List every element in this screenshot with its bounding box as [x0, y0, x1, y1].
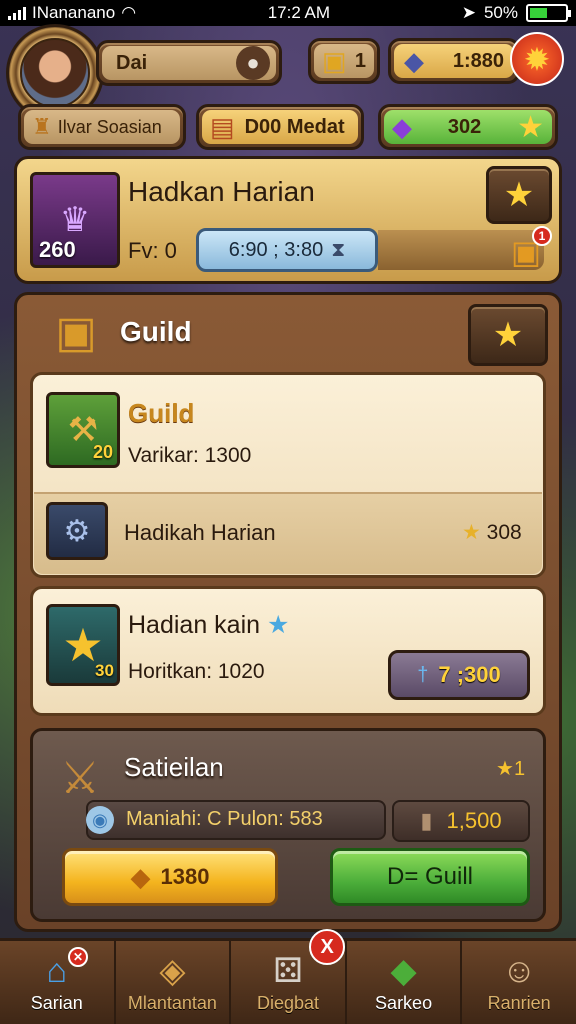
signal-icon: [8, 6, 26, 20]
bottom-nav: ⌂ Sarian ✕ ◈ Mlantantan ⚄ Diegbat X ◆ Sa…: [0, 929, 576, 1024]
timer-value: 6:90 ; 3:80: [228, 238, 324, 261]
mission-star-value: ★ 308: [462, 520, 522, 545]
ticket-icon: ◆: [390, 952, 417, 990]
profile-icon: ☺: [501, 952, 537, 990]
blue-star-icon: ★: [266, 611, 290, 639]
battle-info-text: Maniahi: C Pulon: 583: [126, 808, 323, 830]
nav-label-shield: Mlantantan: [127, 993, 217, 1013]
dice-icon: ⚄: [273, 952, 303, 990]
green-action-button[interactable]: D= Guill: [330, 848, 530, 906]
mission-card-title-text: Hadian kain: [128, 611, 261, 639]
nav-label-profile: Ranrien: [487, 993, 551, 1013]
nav-alert-badge: X: [309, 929, 346, 965]
nav-item-ticket[interactable]: ◆ Sarkeo: [347, 941, 463, 1024]
cog-medal-icon: ⚙: [46, 502, 108, 560]
hero-portrait-icon[interactable]: ♛ 260: [30, 172, 120, 268]
gem-counter[interactable]: ◆ 302 ★: [378, 104, 558, 150]
small-star-icon: ★: [496, 758, 514, 780]
location-icon: ➤: [461, 3, 476, 22]
player-name: Dai: [116, 51, 148, 74]
hourglass-icon: ⧗: [331, 238, 346, 261]
guild-card-title: Guild: [128, 398, 195, 428]
battery-percent: 50%: [483, 3, 518, 22]
player-subtitle-pill[interactable]: ♜ Ilvar Soasian: [18, 104, 186, 150]
mission-value: 308: [486, 521, 522, 544]
player-subtitle: Ilvar Soasian: [57, 116, 162, 137]
nav-label-home: Sarian: [30, 993, 83, 1013]
star-icon: ★: [517, 110, 544, 144]
nav-item-dice[interactable]: ⚄ Diegbat X: [231, 929, 347, 1024]
big-star-icon: ★ 30: [46, 604, 120, 686]
sword-icon: †: [417, 663, 429, 686]
mission-claim-value: 7 ;300: [438, 662, 501, 687]
event-medal-pill[interactable]: ▤ D00 Medat: [196, 104, 364, 150]
settings-gear-icon[interactable]: ✹: [510, 32, 564, 86]
home-icon: ⌂: [46, 952, 68, 990]
shield-icon: ◈: [159, 952, 186, 990]
event-label: D00 Medat: [244, 115, 345, 138]
nav-item-home[interactable]: ⌂ Sarian ✕: [0, 941, 116, 1024]
battery-icon: [526, 4, 571, 22]
guild-panel-title: Guild: [120, 316, 192, 347]
crest-icon: ♜: [32, 114, 52, 139]
timer-button[interactable]: 6:90 ; 3:80 ⧗: [196, 228, 378, 272]
nav-item-shield[interactable]: ◈ Mlantantan: [116, 941, 232, 1024]
nav-item-profile[interactable]: ☺ Ranrien: [462, 941, 576, 1024]
gold-action-button[interactable]: ◆ 1380: [62, 848, 278, 906]
gem-icon: ◆: [392, 111, 412, 142]
wifi-icon: ◠: [121, 3, 137, 22]
guild-star-button[interactable]: ★: [468, 304, 548, 366]
treasure-chest-icon: ▤: [210, 111, 235, 142]
nav-home-badge-icon: ✕: [68, 947, 88, 967]
battle-star-badge: ★1: [496, 756, 525, 781]
daily-star-button[interactable]: ★: [486, 166, 552, 224]
mission-card-subtitle: Horitkan: 1020: [128, 660, 265, 683]
status-bar: INananano ◠ 17:2 AM ➤ 50%: [0, 0, 576, 26]
mission-card-title: Hadian kain ★: [128, 610, 289, 640]
hero-level: 260: [39, 237, 76, 262]
battle-card-title: Satieilan: [124, 752, 224, 782]
portrait-icon: [20, 38, 90, 108]
clock: 17:2 AM: [267, 3, 331, 22]
gold-action-value: 1380: [160, 864, 210, 889]
mission-level: 30: [95, 661, 114, 680]
battle-reward-value: 1,500: [446, 808, 502, 833]
guild-card-subtitle: Varikar: 1300: [128, 444, 252, 467]
crossbow-icon: ⚔: [60, 753, 100, 803]
battle-badge-count: 1: [513, 758, 526, 780]
gold-bag-icon: ◆: [404, 45, 424, 76]
eye-icon: ◉: [86, 806, 114, 834]
daily-title: Hadkan Harian: [128, 176, 315, 207]
ghost-icon[interactable]: ●: [236, 46, 270, 80]
daily-mission-title: Hadikah Harian: [124, 520, 276, 545]
daily-progress: Fv: 0: [128, 238, 177, 263]
guild-chest-icon: ▣: [55, 307, 97, 357]
gold-amount: 1:880: [452, 49, 504, 72]
cannon-icon: ⚒ 20: [46, 392, 120, 468]
gold-counter[interactable]: ◆ 1:880: [388, 38, 520, 84]
scroll-icon: ▮: [420, 808, 433, 833]
guild-level: 20: [92, 442, 113, 462]
nav-label-dice: Diegbat: [256, 993, 319, 1013]
daily-notification-badge: 1: [532, 226, 552, 246]
battle-reward-box[interactable]: ▮ 1,500: [392, 800, 530, 842]
chest-count: 1: [354, 49, 366, 72]
green-action-label: D= Guill: [386, 863, 474, 890]
nav-label-ticket: Sarkeo: [375, 993, 433, 1013]
mission-claim-button[interactable]: † 7 ;300: [388, 650, 530, 700]
gem-amount: 302: [447, 115, 482, 138]
gold-cube-icon: ◆: [130, 861, 151, 892]
player-name-pill[interactable]: Dai ●: [96, 40, 282, 86]
chest-counter[interactable]: ▣ 1: [308, 38, 380, 84]
gold-star-icon: ★: [462, 521, 487, 544]
chest-icon: ▣: [322, 45, 347, 76]
carrier-label: INananano: [32, 3, 116, 22]
